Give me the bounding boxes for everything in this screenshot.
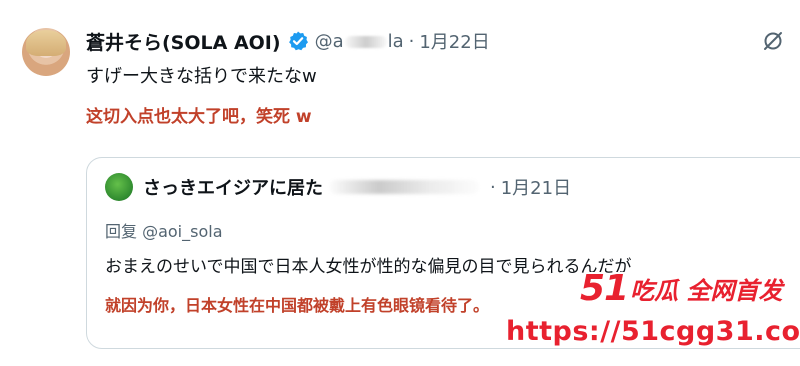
verified-badge-icon [287, 30, 309, 52]
watermark-brand: 吃瓜 全网首发 [630, 276, 783, 305]
handle-suffix: la [387, 30, 404, 52]
post-header: 蒼井そら(SOLA AOI) @a la · 1月22日 [86, 28, 490, 54]
handle-redaction [344, 35, 387, 48]
handle-prefix: @a [314, 30, 344, 52]
quoted-post-text: おまえのせいで中国で日本人女性が性的な偏見の目で見られるんだが [105, 257, 632, 277]
quoted-author-name: さっきエイジアに居た [143, 178, 323, 199]
quoted-header-separator: · [490, 176, 496, 198]
quoted-author-avatar [105, 173, 133, 201]
grok-icon[interactable] [762, 30, 784, 52]
watermark-logo: 51 吃瓜 全网首发 [580, 267, 783, 309]
watermark-url: https://51cgg31.com [506, 315, 800, 347]
watermark-number: 51 [580, 267, 629, 309]
post-text: すげー大きな括りで来たなw [86, 66, 317, 87]
author-display-name[interactable]: 蒼井そら(SOLA AOI) [86, 28, 281, 55]
quoted-translation-caption: 就因为你，日本女性在中国都被戴上有色眼镜看待了。 [105, 296, 490, 315]
author-avatar[interactable] [22, 28, 70, 76]
quoted-handle-redaction [329, 180, 479, 194]
post-date[interactable]: 1月22日 [419, 28, 489, 54]
quoted-post-header: さっきエイジアに居た · 1月21日 [143, 174, 571, 200]
quoted-reply-to: 回复 @aoi_sola [105, 222, 223, 241]
header-separator: · [408, 30, 415, 52]
author-handle[interactable]: @a la [315, 31, 404, 52]
post-translation-caption: 这切入点也太大了吧，笑死 w [86, 107, 312, 127]
quoted-post-date: 1月21日 [500, 178, 572, 199]
